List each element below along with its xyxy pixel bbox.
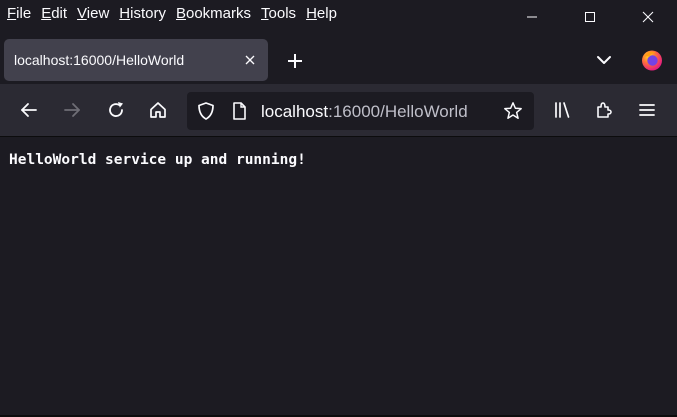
forward-button — [58, 96, 86, 124]
window-controls — [503, 0, 677, 34]
url-path: :16000/HelloWorld — [328, 102, 468, 121]
arrow-left-icon — [21, 103, 37, 117]
list-all-tabs-button[interactable] — [592, 50, 616, 70]
address-bar[interactable]: localhost:16000/HelloWorld — [187, 92, 534, 130]
close-icon — [245, 55, 255, 65]
page-icon — [233, 102, 246, 120]
home-icon — [150, 102, 166, 118]
menu-view[interactable]: View — [77, 5, 109, 22]
tracking-protection-button[interactable] — [196, 101, 216, 121]
menu-bookmarks[interactable]: Bookmarks — [176, 5, 251, 22]
arrow-right-icon — [64, 103, 80, 117]
menu-tools[interactable]: Tools — [261, 5, 296, 22]
tab-strip: localhost:16000/HelloWorld — [0, 36, 677, 84]
close-window-button[interactable] — [619, 0, 677, 34]
hamburger-menu-icon — [639, 104, 655, 116]
tab-title: localhost:16000/HelloWorld — [14, 52, 185, 68]
page-content: HelloWorld service up and running! — [0, 137, 677, 417]
site-info-button[interactable] — [229, 101, 249, 121]
firefox-icon[interactable] — [640, 48, 664, 72]
new-tab-button[interactable] — [283, 49, 307, 73]
chevron-down-icon — [597, 56, 611, 64]
star-icon — [504, 102, 522, 120]
reload-icon — [109, 102, 123, 117]
library-button[interactable] — [548, 96, 576, 124]
firefox-logo-icon — [642, 50, 662, 71]
back-button[interactable] — [15, 96, 43, 124]
url-host: localhost — [261, 102, 329, 121]
app-menu-button[interactable] — [633, 96, 661, 124]
menu-help[interactable]: Help — [306, 5, 337, 22]
library-icon — [555, 102, 570, 118]
maximize-button[interactable] — [561, 0, 619, 34]
minimize-icon — [527, 16, 537, 18]
page-message: HelloWorld service up and running! — [9, 152, 306, 168]
home-button[interactable] — [144, 96, 172, 124]
tab-helloworld[interactable]: localhost:16000/HelloWorld — [4, 39, 268, 81]
menu-history[interactable]: History — [119, 5, 166, 22]
navigation-toolbar: localhost:16000/HelloWorld — [0, 84, 677, 137]
browser-window: File Edit View History Bookmarks Tools H… — [0, 0, 677, 417]
bookmark-button[interactable] — [503, 101, 523, 121]
url-text[interactable]: localhost:16000/HelloWorld — [261, 102, 468, 122]
extensions-button[interactable] — [590, 96, 618, 124]
shield-icon — [198, 102, 214, 120]
tab-close-button[interactable] — [242, 52, 258, 68]
menu-edit[interactable]: Edit — [41, 5, 67, 22]
plus-icon — [288, 54, 302, 68]
puzzle-piece-icon — [597, 102, 612, 118]
menu-file[interactable]: File — [7, 5, 31, 22]
minimize-button[interactable] — [503, 0, 561, 34]
maximize-icon — [585, 12, 595, 22]
title-bar: File Edit View History Bookmarks Tools H… — [0, 0, 677, 36]
menu-bar: File Edit View History Bookmarks Tools H… — [0, 3, 339, 23]
reload-button[interactable] — [102, 96, 130, 124]
close-icon — [642, 11, 654, 23]
